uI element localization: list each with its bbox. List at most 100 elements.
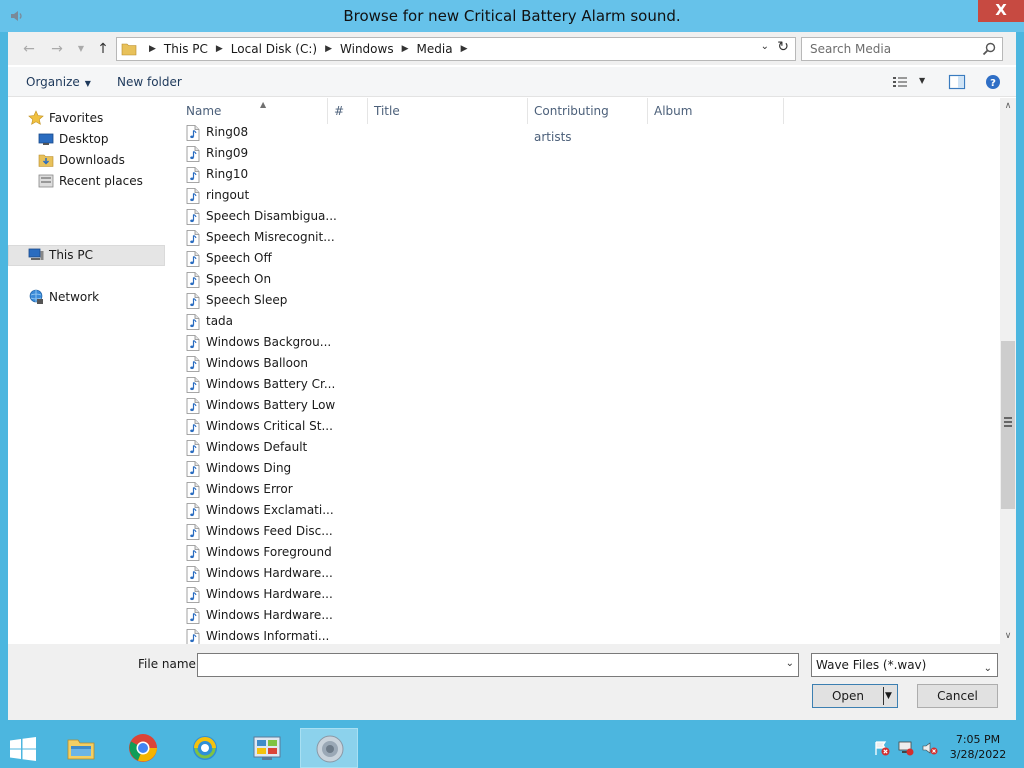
close-button[interactable]: X [978,0,1024,22]
bottom-panel: File name: ⌄ Wave Files (*.wav) ⌄ Open ▼… [8,644,1016,720]
clock[interactable]: 7:05 PM 3/28/2022 [948,732,1008,762]
organize-button[interactable]: Organize ▼ [26,75,91,89]
audio-file-icon [186,293,200,309]
clock-date: 3/28/2022 [949,748,1007,761]
search-input[interactable]: Search Media [810,42,891,56]
audio-file-icon [186,503,200,519]
file-name: Windows Foreground [206,545,332,559]
audio-file-icon [186,587,200,603]
audio-file-icon [186,608,200,624]
dialog-client: ← → ▼ ↑ ▶ This PC ▶ Local Disk (C:) ▶ Wi… [8,32,1016,720]
search-icon[interactable] [981,41,997,57]
chevron-right-icon[interactable]: ▶ [216,38,223,60]
open-label: Open [831,689,865,703]
file-list: ▲ Name # Title Contributing artists Albu… [168,98,1000,645]
recent-dropdown-icon[interactable]: ▼ [70,39,92,59]
file-name: Windows Battery Cr... [206,377,336,391]
audio-file-icon [186,209,200,225]
audio-file-icon [186,251,200,267]
taskbar-file-explorer[interactable] [52,728,110,768]
address-bar[interactable]: ▶ This PC ▶ Local Disk (C:) ▶ Windows ▶ … [116,37,796,61]
scroll-down-icon[interactable]: ∨ [1000,628,1016,644]
audio-file-icon [186,146,200,162]
open-dropdown-icon[interactable]: ▼ [885,685,892,707]
network-icon [29,289,43,304]
downloads-folder-icon [38,154,54,167]
chevron-right-icon[interactable]: ▶ [461,38,468,60]
control-panel-icon [253,736,281,760]
file-name: Speech Disambigua... [206,209,337,223]
preview-pane-icon[interactable] [948,74,966,90]
view-options-icon[interactable] [892,74,910,90]
taskbar-control-panel[interactable] [238,728,296,768]
taskbar-chrome[interactable] [114,728,172,768]
chevron-down-icon[interactable]: ⌄ [786,658,794,669]
column-header-name[interactable]: ▲ Name [180,98,328,124]
chevron-right-icon[interactable]: ▶ [325,38,332,60]
file-name: Windows Ding [206,461,292,475]
file-name: Windows Error [206,482,293,496]
vertical-scrollbar[interactable]: ∧ ∨ [1000,98,1016,644]
chevron-down-icon: ▼ [84,79,91,88]
file-explorer-icon [67,739,95,760]
file-name-input[interactable]: ⌄ [197,653,799,677]
audio-file-icon [186,167,200,183]
crumb-media[interactable]: Media [417,38,453,60]
file-name: Ring09 [206,146,249,160]
volume-muted-icon[interactable] [922,740,938,756]
scroll-up-icon[interactable]: ∧ [1000,98,1016,114]
taskbar-sound-active[interactable] [300,728,358,768]
star-icon [28,110,44,125]
file-name: Windows Hardware... [206,608,333,622]
title-bar: Browse for new Critical Battery Alarm so… [0,0,1024,32]
file-type-select[interactable]: Wave Files (*.wav) ⌄ [811,653,998,677]
chevron-right-icon[interactable]: ▶ [402,38,409,60]
file-name: Windows Backgrou... [206,335,332,349]
search-box[interactable]: Search Media [801,37,1003,61]
crumb-this-pc[interactable]: This PC [164,38,208,60]
column-header-contributing-artists[interactable]: Contributing artists [528,98,648,144]
flag-error-icon[interactable] [874,740,890,756]
new-folder-button[interactable]: New folder [117,75,182,89]
open-button[interactable]: Open ▼ [812,684,898,708]
back-arrow-icon[interactable]: ← [18,39,40,59]
windows-start-icon[interactable] [8,737,38,761]
scroll-thumb[interactable] [1001,341,1015,509]
navigation-pane: Favorites Desktop Downloads Recent place… [8,98,168,644]
audio-file-icon [186,125,200,141]
audio-file-icon [186,356,200,372]
command-bar: Organize ▼ New folder ▼ ? [8,67,1016,97]
address-dropdown-icon[interactable]: ⌄ [761,41,769,52]
audio-file-icon [186,419,200,435]
audio-file-icon [186,566,200,582]
chevron-down-icon[interactable]: ⌄ [984,658,992,680]
swirl-app-icon [193,736,217,760]
forward-arrow-icon[interactable]: → [46,39,68,59]
cancel-button[interactable]: Cancel [917,684,998,708]
svg-text:?: ? [990,78,996,89]
crumb-windows[interactable]: Windows [340,38,394,60]
help-icon[interactable]: ? [984,74,1002,90]
speaker-icon [316,735,344,763]
column-header-number[interactable]: # [328,98,368,124]
column-header-title[interactable]: Title [368,98,528,124]
up-arrow-icon[interactable]: ↑ [92,39,114,59]
chevron-right-icon[interactable]: ▶ [149,38,156,60]
file-name: Ring10 [206,167,249,181]
crumb-local-disk[interactable]: Local Disk (C:) [231,38,317,60]
folder-icon [121,43,137,56]
column-header-album[interactable]: Album [648,98,784,124]
audio-file-icon [186,272,200,288]
view-dropdown-icon[interactable]: ▼ [919,76,925,85]
desktop-icon [38,133,54,145]
taskbar-app-swirl[interactable] [176,728,234,768]
network-tray-icon[interactable] [898,740,914,756]
audio-file-icon [186,314,200,330]
audio-file-icon [186,377,200,393]
file-name: Windows Exclamati... [206,503,334,517]
split-divider [883,687,884,705]
file-name: Windows Battery Low [206,398,336,412]
audio-file-icon [186,482,200,498]
recent-places-icon [38,174,54,188]
refresh-icon[interactable]: ↻ [777,39,789,55]
